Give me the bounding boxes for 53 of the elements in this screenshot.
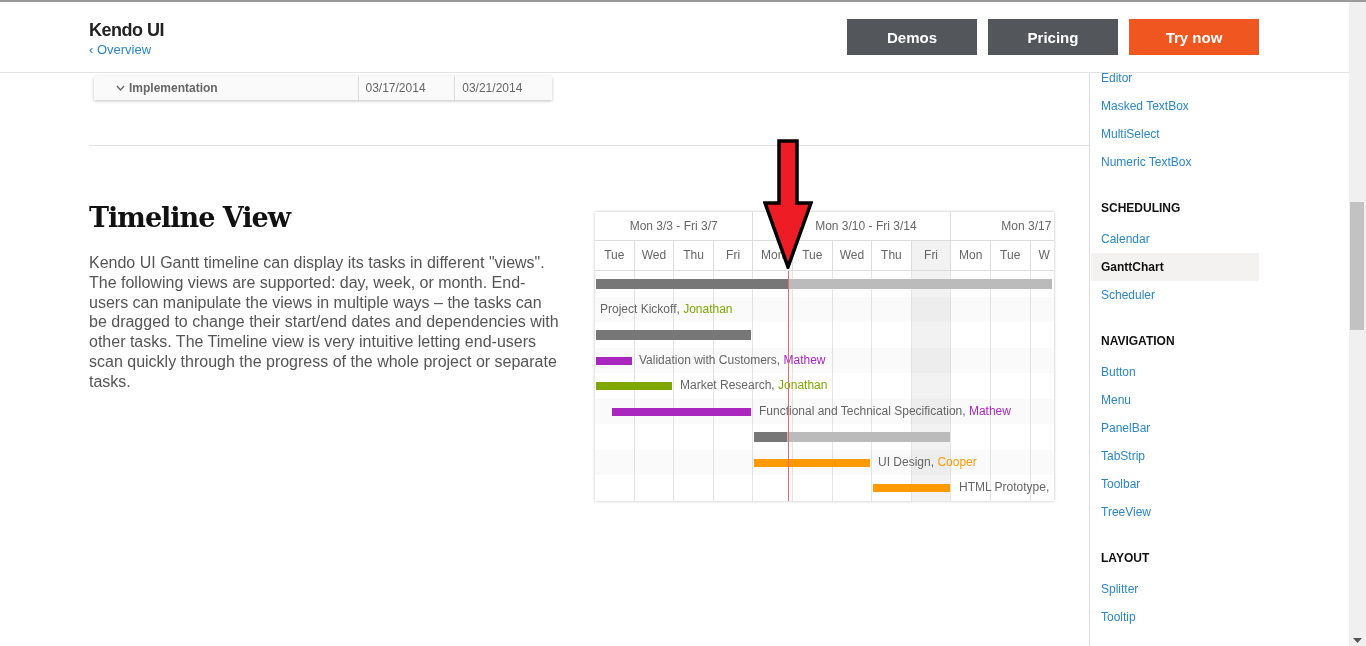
chevron-icon[interactable] — [116, 85, 125, 91]
sidebar-item[interactable]: PanelBar — [1091, 414, 1259, 442]
scrollbar-thumb[interactable] — [1350, 202, 1364, 330]
sidebar-heading: LAYOUT — [1100, 550, 1151, 567]
nav-button[interactable]: Demos — [847, 19, 977, 55]
task-label: UI Design, Cooper — [878, 454, 977, 469]
task-label: HTML Prototype, — [959, 480, 1050, 494]
sidebar-item[interactable]: Numeric TextBox — [1091, 148, 1259, 176]
overview-link[interactable]: ‹ Overview — [89, 41, 164, 57]
sidebar-item[interactable]: TabStrip — [1091, 442, 1259, 470]
task-label: Project Kickoff, Jonathan — [600, 301, 733, 316]
sidebar-item[interactable]: MultiSelect — [1091, 120, 1259, 148]
sidebar-item[interactable]: Calendar — [1091, 225, 1259, 253]
summary-bar[interactable] — [754, 432, 950, 442]
day-header: Tue — [802, 248, 823, 262]
sidebar-item[interactable]: Scheduler — [1091, 281, 1259, 309]
nav-button[interactable]: Pricing — [988, 19, 1118, 55]
section-title: Timeline View — [89, 203, 293, 233]
day-header: Mon — [958, 248, 983, 262]
week-header: Mon 3/17 — [1001, 219, 1052, 233]
sidebar-heading: NAVIGATION — [1100, 333, 1176, 350]
scroll-down-icon[interactable] — [1353, 638, 1362, 643]
sidebar-item[interactable]: Button — [1091, 358, 1259, 386]
day-header: Wed — [641, 248, 667, 262]
week-header: Mon 3/3 - Fri 3/7 — [629, 219, 718, 233]
sidebar-heading: SCHEDULING — [1100, 200, 1182, 217]
sidebar-item[interactable]: TreeView — [1091, 498, 1259, 526]
day-header: Thu — [683, 248, 704, 262]
description-text: Kendo UI Gantt timeline can display its tasks in different "views". The following views are supported: day, week, or month. End-users can manipulate the views in multiple ways – the tasks can be dragged to change their start/end dates and dependencies with other tasks. The Timeline view is very intuitive letting end-users scan quickly through the progress of the whole project or separate tasks. — [89, 253, 559, 392]
day-header: Fri — [726, 248, 741, 262]
day-header: W — [1038, 248, 1050, 262]
sidebar-item[interactable]: Splitter — [1091, 575, 1259, 603]
day-header: Wed — [839, 248, 865, 262]
end-date: 03/21/2014 — [462, 81, 523, 95]
start-date: 03/17/2014 — [365, 81, 426, 95]
site-logo[interactable]: Kendo UI — [89, 19, 164, 41]
sidebar-item[interactable]: Masked TextBox — [1091, 92, 1259, 120]
sidebar-item[interactable]: GanttChart — [1091, 253, 1259, 281]
summary-bar[interactable] — [596, 279, 1052, 289]
scrollbar[interactable] — [1349, 2, 1366, 646]
week-header: Mon 3/10 - Fri 3/14 — [815, 219, 917, 233]
task-name: Implementation — [129, 81, 218, 95]
day-header: Thu — [881, 248, 902, 262]
sidebar-item[interactable]: Toolbar — [1091, 470, 1259, 498]
task-bar[interactable] — [612, 407, 751, 416]
sidebar-item[interactable]: Editor — [1091, 73, 1259, 92]
sidebar-item[interactable]: Menu — [1091, 386, 1259, 414]
sidebar-item[interactable]: Tooltip — [1091, 603, 1259, 631]
day-header: Fri — [924, 248, 939, 262]
day-header: Tue — [604, 248, 625, 262]
day-header: Tue — [1000, 248, 1021, 262]
task-bar[interactable] — [596, 356, 632, 365]
try-now-button[interactable]: Try now — [1129, 19, 1259, 55]
